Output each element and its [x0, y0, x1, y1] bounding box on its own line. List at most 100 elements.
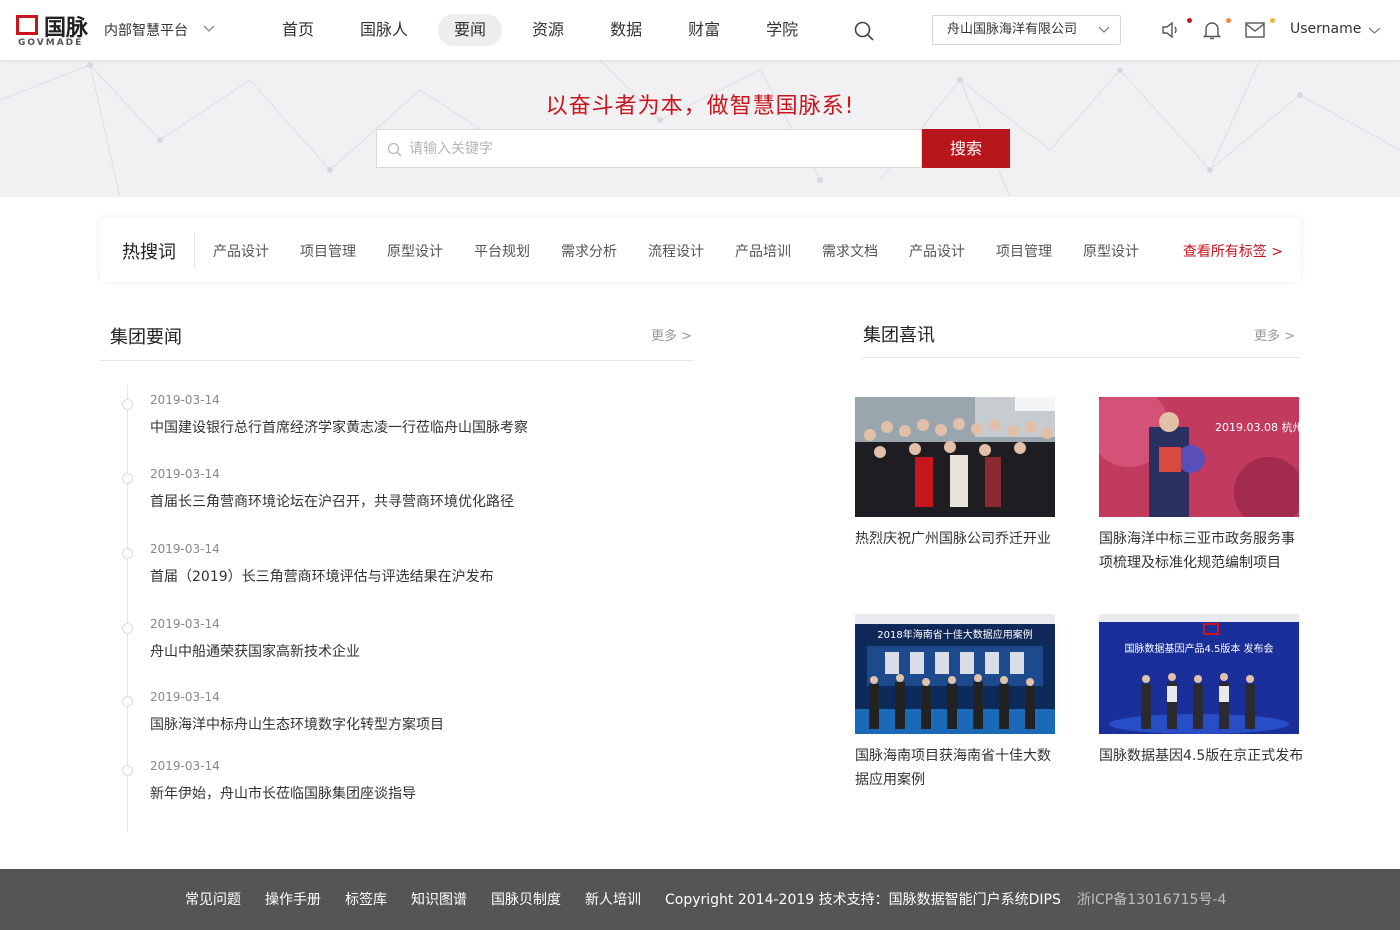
card-caption-link[interactable]: 国脉海洋中标三亚市政务服务事项梳理及标准化规范编制项目 — [1099, 527, 1305, 575]
nav-item-wealth[interactable]: 财富 — [672, 14, 736, 46]
news-title-link[interactable]: 新年伊始，舟山市长莅临国脉集团座谈指导 — [150, 783, 416, 803]
news-item: 2019-03-14 首届（2019）长三角营商环境评估与评选结果在沪发布 — [120, 542, 680, 602]
card-image[interactable]: 国脉数据基因产品4.5版本 发布会 — [1099, 614, 1299, 734]
hot-tag[interactable]: 原型设计 — [387, 241, 443, 261]
mail-icon[interactable] — [1243, 18, 1267, 42]
nav-item-news[interactable]: 要闻 — [438, 14, 503, 46]
news-date: 2019-03-14 — [150, 393, 220, 407]
logo[interactable]: 国脉 GOVMADE — [16, 12, 96, 48]
logo-subtext: GOVMADE — [18, 38, 84, 48]
footer: 常见问题 操作手册 标签库 知识图谱 国脉贝制度 新人培训 Copyright … — [0, 869, 1400, 930]
news-date: 2019-03-14 — [150, 617, 220, 631]
nav-item-home[interactable]: 首页 — [266, 14, 330, 46]
card-caption-link[interactable]: 国脉数据基因4.5版在京正式发布 — [1099, 744, 1305, 768]
news-date: 2019-03-14 — [150, 759, 220, 773]
card-image[interactable] — [855, 397, 1055, 517]
nav-item-people[interactable]: 国脉人 — [344, 14, 424, 46]
hot-tag[interactable]: 流程设计 — [648, 241, 704, 261]
footer-link-knowledge-graph[interactable]: 知识图谱 — [411, 889, 467, 909]
company-select-value: 舟山国脉海洋有限公司 — [947, 22, 1078, 37]
stage-photo: 2018年海南省十佳大数据应用案例 — [855, 614, 1055, 734]
nav-item-resources[interactable]: 资源 — [516, 14, 580, 46]
hot-tag[interactable]: 项目管理 — [300, 241, 356, 261]
card-image[interactable]: 2018年海南省十佳大数据应用案例 — [855, 614, 1055, 734]
footer-copyright: Copyright 2014-2019 技术支持：国脉数据智能门户系统DIPS — [665, 892, 1061, 908]
hot-tag[interactable]: 项目管理 — [996, 241, 1052, 261]
news-date: 2019-03-14 — [150, 467, 220, 481]
news-item: 2019-03-14 国脉海洋中标舟山生态环境数字化转型方案项目 — [120, 690, 680, 750]
slogan: 以奋斗者为本，做智慧国脉系! — [545, 94, 855, 119]
hot-tag[interactable]: 产品设计 — [909, 241, 965, 261]
card-caption-link[interactable]: 热烈庆祝广州国脉公司乔迁开业 — [855, 527, 1061, 551]
bell-icon[interactable] — [1200, 18, 1224, 42]
username[interactable]: Username — [1290, 21, 1361, 37]
company-select[interactable]: 舟山国脉海洋有限公司 — [932, 15, 1121, 45]
search-icon[interactable] — [853, 20, 875, 42]
award-photo: 2019.03.08 杭州 — [1099, 397, 1299, 517]
top-header: 国脉 GOVMADE 内部智慧平台 首页 国脉人 要闻 资源 数据 财富 学院 … — [0, 0, 1400, 60]
hot-tag[interactable]: 需求分析 — [561, 241, 617, 261]
divider — [862, 357, 1300, 358]
news-title-link[interactable]: 舟山中船通荣获国家高新技术企业 — [150, 641, 360, 661]
group-photo — [855, 397, 1055, 517]
hot-tag-list: 产品设计 项目管理 原型设计 平台规划 需求分析 流程设计 产品培训 需求文档 … — [213, 241, 1170, 261]
main-nav: 首页 国脉人 要闻 资源 数据 财富 学院 — [266, 14, 828, 46]
footer-link-policy[interactable]: 国脉贝制度 — [491, 889, 561, 909]
divider — [100, 360, 693, 361]
footer-link-tags[interactable]: 标签库 — [345, 889, 387, 909]
timeline-dot — [122, 765, 133, 776]
search-input[interactable] — [409, 130, 909, 167]
footer-link-training[interactable]: 新人培训 — [585, 889, 641, 909]
nav-item-academy[interactable]: 学院 — [750, 14, 814, 46]
group-news-more-link[interactable]: 更多 > — [651, 325, 692, 344]
chevron-down-icon[interactable] — [202, 22, 216, 36]
timeline-dot — [122, 473, 133, 484]
speaker-icon[interactable] — [1160, 18, 1184, 42]
nav-item-data[interactable]: 数据 — [594, 14, 658, 46]
hot-search-title: 热搜词 — [122, 242, 176, 263]
group-news-title: 集团要闻 — [110, 327, 182, 348]
search-banner: 以奋斗者为本，做智慧国脉系! 搜索 — [0, 60, 1400, 197]
image-text: 2019.03.08 杭州 — [1215, 420, 1299, 434]
chevron-down-icon — [1098, 26, 1110, 33]
news-title-link[interactable]: 国脉海洋中标舟山生态环境数字化转型方案项目 — [150, 714, 444, 734]
footer-link-manual[interactable]: 操作手册 — [265, 889, 321, 909]
card-image[interactable]: 2019.03.08 杭州 — [1099, 397, 1299, 517]
timeline-dot — [122, 623, 133, 634]
notification-dot — [1226, 18, 1231, 23]
image-text: 国脉数据基因产品4.5版本 发布会 — [1124, 642, 1273, 655]
search-box — [376, 129, 922, 168]
timeline-dot — [122, 548, 133, 559]
notification-dot — [1187, 18, 1192, 23]
news-item: 2019-03-14 中国建设银行总行首席经济学家黄志凌一行莅临舟山国脉考察 — [120, 393, 680, 453]
search-button[interactable]: 搜索 — [922, 129, 1010, 168]
logo-mark-icon — [16, 12, 40, 38]
timeline-dot — [122, 696, 133, 707]
news-item: 2019-03-14 首届长三角营商环境论坛在沪召开，共寻营商环境优化路径 — [120, 467, 680, 527]
divider — [194, 232, 195, 268]
good-news-more-link[interactable]: 更多 > — [1254, 325, 1295, 344]
news-title-link[interactable]: 首届（2019）长三角营商环境评估与评选结果在沪发布 — [150, 566, 494, 586]
chevron-down-icon[interactable] — [1368, 24, 1381, 37]
image-text: 2018年海南省十佳大数据应用案例 — [877, 628, 1032, 641]
footer-links: 常见问题 操作手册 标签库 知识图谱 国脉贝制度 新人培训 Copyright … — [185, 889, 1226, 909]
search-icon — [387, 142, 402, 157]
hot-tag[interactable]: 需求文档 — [822, 241, 878, 261]
hot-tag[interactable]: 产品设计 — [213, 241, 269, 261]
card-caption-link[interactable]: 国脉海南项目获海南省十佳大数据应用案例 — [855, 744, 1061, 792]
news-item: 2019-03-14 舟山中船通荣获国家高新技术企业 — [120, 617, 680, 677]
view-all-tags-link[interactable]: 查看所有标签 > — [1183, 241, 1283, 261]
news-title-link[interactable]: 中国建设银行总行首席经济学家黄志凌一行莅临舟山国脉考察 — [150, 417, 528, 437]
hot-tag[interactable]: 产品培训 — [735, 241, 791, 261]
footer-link-faq[interactable]: 常见问题 — [185, 889, 241, 909]
hot-tag[interactable]: 平台规划 — [474, 241, 530, 261]
hot-tag[interactable]: 原型设计 — [1083, 241, 1139, 261]
platform-switcher[interactable]: 内部智慧平台 — [104, 20, 188, 40]
news-title-link[interactable]: 首届长三角营商环境论坛在沪召开，共寻营商环境优化路径 — [150, 491, 514, 511]
news-date: 2019-03-14 — [150, 690, 220, 704]
footer-icp[interactable]: 浙ICP备13016715号-4 — [1077, 889, 1227, 909]
news-date: 2019-03-14 — [150, 542, 220, 556]
hot-search-bar: 热搜词 产品设计 项目管理 原型设计 平台规划 需求分析 流程设计 产品培训 需… — [100, 218, 1301, 282]
good-news-title: 集团喜讯 — [863, 325, 935, 346]
notification-dot — [1270, 18, 1275, 23]
